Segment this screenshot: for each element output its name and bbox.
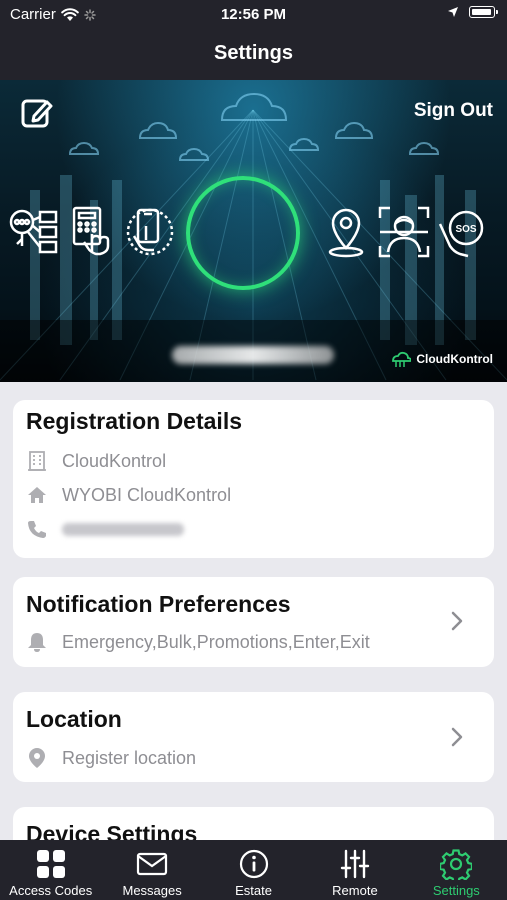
building-icon [26,450,48,472]
envelope-icon [137,852,168,876]
grid-icon [36,850,65,878]
status-bar: Carrier 12:56 PM [0,0,507,30]
map-pin-icon [26,747,48,769]
tab-label: Remote [332,883,378,898]
page-title: Settings [214,42,293,64]
info-icon [239,849,268,879]
cloud-logo-icon [392,351,412,367]
location-title: Location [26,706,122,732]
notification-preferences-title: Notification Preferences [26,591,291,617]
status-time: 12:56 PM [220,6,287,23]
location-pin-icon [328,208,364,258]
center-ring-graphic [186,176,300,290]
bell-icon [26,631,48,653]
status-right [447,6,498,18]
registration-company: CloudKontrol [62,450,167,471]
location-value: Register location [62,747,197,768]
registration-estate-row: WYOBI CloudKontrol [26,484,231,506]
location-arrow-icon [448,7,458,17]
brand-logo: CloudKontrol [389,350,493,368]
keypad-icon [72,206,110,256]
tab-label: Estate [235,883,272,898]
registration-company-row: CloudKontrol [26,450,166,472]
phone-icon [26,518,48,540]
gear-icon [440,849,473,880]
navigation-bar: Settings [0,30,507,80]
registration-card: Registration Details CloudKontrol WYOBI … [13,400,494,558]
tab-remote[interactable]: Remote [304,840,405,900]
sos-icon: SOS [438,210,484,258]
battery-icon [469,6,498,18]
tab-bar: Access Codes Messages Estate Remote Sett… [0,840,507,900]
tab-label: Messages [122,883,182,898]
registration-phone-row [26,518,184,540]
tab-messages[interactable]: Messages [101,840,202,900]
notification-preferences-card[interactable]: Notification Preferences Emergency,Bulk,… [13,577,494,667]
tab-access-codes[interactable]: Access Codes [0,840,101,900]
face-scan-icon [378,206,430,258]
brand-name: CloudKontrol [416,352,493,366]
tab-label: Settings [432,883,480,898]
access-control-icon [9,209,58,254]
notification-summary-row: Emergency,Bulk,Promotions,Enter,Exit [26,631,370,653]
svg-text:SOS: SOS [455,224,476,235]
device-settings-title: Device Settings [26,821,198,840]
location-card[interactable]: Location Register location [13,692,494,782]
tab-label: Access Codes [9,883,93,898]
sliders-icon [340,849,370,879]
chevron-right-icon [451,611,463,631]
profile-banner: Sign Out SOS CloudKontrol [0,80,507,382]
tab-settings[interactable]: Settings [406,840,507,900]
sign-out-button[interactable]: Sign Out [414,100,493,122]
edit-profile-button[interactable] [20,96,54,130]
home-icon [26,484,48,506]
location-value-row: Register location [26,747,196,769]
registration-estate: WYOBI CloudKontrol [62,484,232,505]
chevron-right-icon [451,727,463,747]
registration-title: Registration Details [26,408,242,434]
settings-list[interactable]: Registration Details CloudKontrol WYOBI … [0,382,507,840]
tab-estate[interactable]: Estate [203,840,304,900]
user-name-redacted [172,346,334,364]
device-settings-card[interactable]: Device Settings [13,807,494,840]
edit-icon [21,99,53,128]
phone-touch-icon [126,208,174,256]
registration-phone-redacted [62,522,184,536]
notification-summary: Emergency,Bulk,Promotions,Enter,Exit [62,631,370,652]
